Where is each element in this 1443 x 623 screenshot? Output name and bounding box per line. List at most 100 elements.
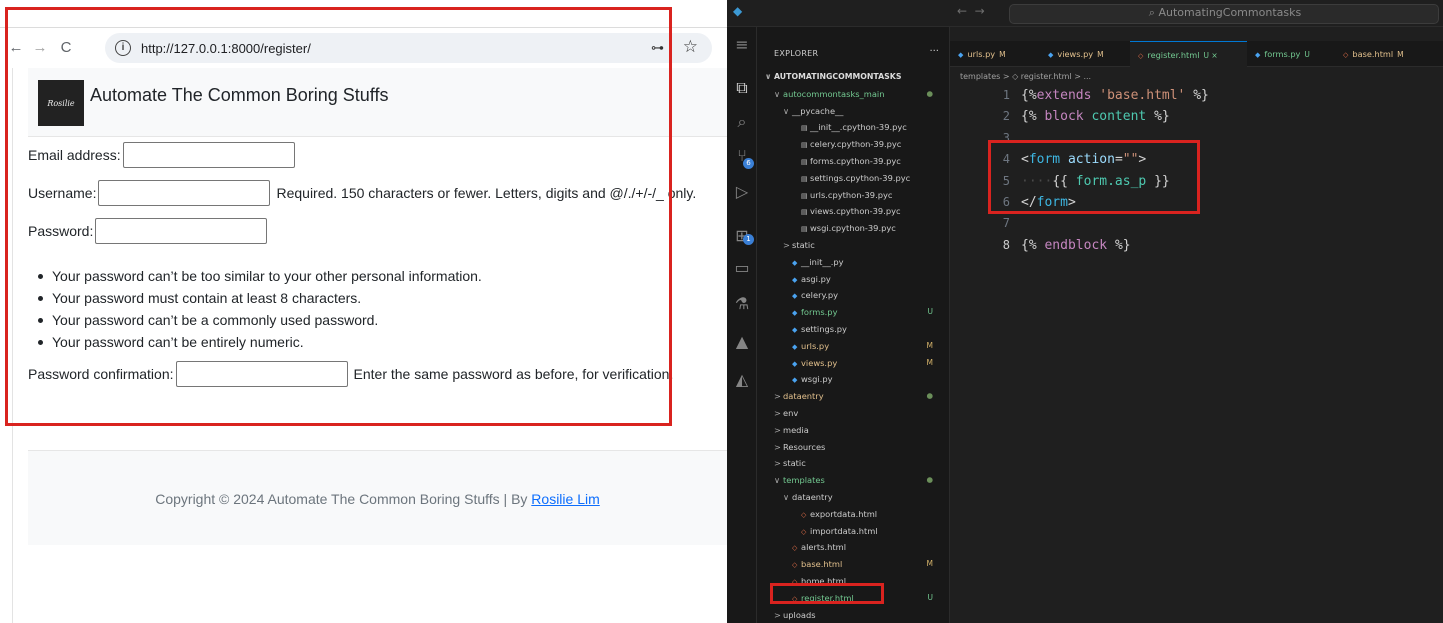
site-info-icon[interactable]: i xyxy=(115,40,131,56)
tree-file[interactable]: ◇ alerts.html xyxy=(757,539,950,556)
source-control-badge: 6 xyxy=(743,158,754,169)
tree-file[interactable]: ◆ asgi.py xyxy=(757,271,950,288)
menu-icon[interactable]: ≡ xyxy=(727,35,757,54)
breadcrumb[interactable]: templates > ◇ register.html > ... xyxy=(960,72,1091,81)
email-field[interactable] xyxy=(122,142,295,168)
tree-file[interactable]: ◆ settings.py xyxy=(757,321,950,338)
line-number: 4 xyxy=(1002,152,1010,167)
code-editor[interactable]: 1 {%extends 'base.html' %} 2 {% block conte… xyxy=(950,85,1443,256)
tree-file[interactable]: ◆ __init__.py xyxy=(757,254,950,271)
remote-explorer-icon[interactable]: ▭ xyxy=(727,258,757,277)
line-number: 2 xyxy=(1002,109,1010,124)
username-label: Username: xyxy=(28,185,97,201)
explorer-icon[interactable]: ⧉ xyxy=(727,78,757,98)
tree-folder[interactable]: ∨ autocommontasks_main ● xyxy=(757,86,950,103)
tree-file[interactable]: ▤ views.cpython-39.pyc xyxy=(757,203,950,220)
tree-folder[interactable]: ∨ __pycache__ xyxy=(757,103,950,120)
browser-window: ← → C i http://127.0.0.1:8000/register/ … xyxy=(0,0,727,623)
tree-file[interactable]: ◆ views.py M xyxy=(757,355,950,372)
editor-tab[interactable]: ◇ base.html M xyxy=(1335,41,1443,67)
azure-icon[interactable]: ◭ xyxy=(727,370,757,389)
author-link[interactable]: Rosilie Lim xyxy=(531,491,599,507)
code-line[interactable]: 3 xyxy=(950,128,1443,149)
command-center[interactable]: ⌕ AutomatingCommontasks xyxy=(1009,4,1439,24)
tree-folder[interactable]: ∨ AUTOMATINGCOMMONTASKS xyxy=(757,69,950,86)
tree-folder[interactable]: ∨ dataentry xyxy=(757,489,950,506)
tree-file[interactable]: ◆ urls.py M xyxy=(757,338,950,355)
tree-file[interactable]: ◇ importdata.html xyxy=(757,523,950,540)
history-arrows[interactable]: ← → xyxy=(957,4,985,18)
code-text: ····{{ form.as_p }} xyxy=(1021,173,1170,189)
tree-item-label: autocommontasks_main xyxy=(783,88,885,99)
line-number: 8 xyxy=(1002,237,1010,252)
code-line[interactable]: 8 {% endblock %} xyxy=(950,235,1443,256)
docker-icon[interactable]: ▲ xyxy=(727,332,757,351)
tree-file[interactable]: ◇ exportdata.html xyxy=(757,506,950,523)
address-bar[interactable]: i http://127.0.0.1:8000/register/ ⊶ ☆ xyxy=(105,33,712,63)
tree-folder[interactable]: > static xyxy=(757,237,950,254)
tree-file[interactable]: ◇ base.html M xyxy=(757,556,950,573)
code-line[interactable]: 2 {% block content %} xyxy=(950,106,1443,127)
url-text[interactable]: http://127.0.0.1:8000/register/ xyxy=(141,41,311,56)
site-title[interactable]: Automate The Common Boring Stuffs xyxy=(90,85,389,106)
code-line[interactable]: 5 ····{{ form.as_p }} xyxy=(950,171,1443,192)
code-line[interactable]: 6 </form> xyxy=(950,192,1443,213)
site-logo[interactable]: Rosilie xyxy=(38,80,84,126)
tree-file[interactable]: ◆ wsgi.py xyxy=(757,371,950,388)
editor-tab[interactable]: ◆ urls.py M xyxy=(950,41,1040,67)
back-icon[interactable]: ← xyxy=(6,38,26,58)
tree-item-label: templates xyxy=(783,475,825,486)
username-field[interactable] xyxy=(98,180,271,206)
tree-folder[interactable]: > media xyxy=(757,422,950,439)
search-icon[interactable]: ⌕ xyxy=(727,112,757,132)
tree-folder[interactable]: > env xyxy=(757,405,950,422)
testing-icon[interactable]: ⚗ xyxy=(727,294,757,313)
tree-folder[interactable]: > uploads xyxy=(757,607,950,623)
tree-folder[interactable]: > dataentry ● xyxy=(757,388,950,405)
tree-item-label: asgi.py xyxy=(801,273,831,284)
forward-icon[interactable]: → xyxy=(30,38,50,58)
tree-folder[interactable]: > Resources xyxy=(757,439,950,456)
tree-file[interactable]: ▤ settings.cpython-39.pyc xyxy=(757,170,950,187)
tree-file[interactable]: ◇ home.html xyxy=(757,573,950,590)
tab-label: views.py xyxy=(1057,49,1094,59)
tree-file[interactable]: ▤ forms.cpython-39.pyc xyxy=(757,153,950,170)
editor-tab[interactable]: ◆ views.py M xyxy=(1040,41,1130,67)
editor-tab[interactable]: ◇ register.html U × xyxy=(1130,41,1247,67)
footer-text: Copyright © 2024 Automate The Common Bor… xyxy=(155,491,532,507)
tree-file[interactable]: ▤ celery.cpython-39.pyc xyxy=(757,136,950,153)
python-file-icon: ◆ xyxy=(792,309,798,318)
tree-item-label: register.html xyxy=(801,592,854,603)
reload-icon[interactable]: C xyxy=(56,38,76,58)
tree-file[interactable]: ▤ urls.cpython-39.pyc xyxy=(757,187,950,204)
tree-folder[interactable]: ∨ templates ● xyxy=(757,472,950,489)
tab-label: base.html xyxy=(1352,49,1394,59)
run-debug-icon[interactable]: ▷ xyxy=(727,182,757,201)
tree-item-label: urls.py xyxy=(801,340,830,351)
code-line[interactable]: 1 {%extends 'base.html' %} xyxy=(950,85,1443,106)
tree-file[interactable]: ◇ register.html U xyxy=(757,590,950,607)
html-icon: ◇ xyxy=(1138,52,1144,60)
tab-status: M xyxy=(1397,50,1404,59)
code-line[interactable]: 7 xyxy=(950,213,1443,234)
code-line[interactable]: 4 <form action=""> xyxy=(950,149,1443,170)
activity-bar: ≡ ⧉ ⌕ ⑂ 6 ▷ ⊞ 1 ▭ ⚗ ▲ ◭ xyxy=(727,27,757,623)
password-key-icon[interactable]: ⊶ xyxy=(651,40,664,56)
tree-file[interactable]: ◆ celery.py xyxy=(757,287,950,304)
tree-file[interactable]: ▤ wsgi.cpython-39.pyc xyxy=(757,220,950,237)
bookmark-star-icon[interactable]: ☆ xyxy=(683,37,698,57)
explorer-more-icon[interactable]: ··· xyxy=(929,46,939,57)
password-field[interactable] xyxy=(95,218,268,244)
tree-file[interactable]: ▤ __init__.cpython-39.pyc xyxy=(757,119,950,136)
username-row: Username: Required. 150 characters or fe… xyxy=(28,180,696,206)
editor-tab[interactable]: ◆ forms.py U xyxy=(1247,41,1335,67)
python-icon: ◆ xyxy=(958,51,964,59)
line-number: 5 xyxy=(1002,173,1010,188)
tree-file[interactable]: ◆ forms.py U xyxy=(757,304,950,321)
password-confirm-field[interactable] xyxy=(175,361,348,387)
page-divider xyxy=(12,68,13,623)
tree-folder[interactable]: > static xyxy=(757,455,950,472)
tree-item-label: Resources xyxy=(783,441,826,452)
git-status-badge: ● xyxy=(926,391,933,401)
tree-item-label: settings.cpython-39.pyc xyxy=(810,172,911,183)
